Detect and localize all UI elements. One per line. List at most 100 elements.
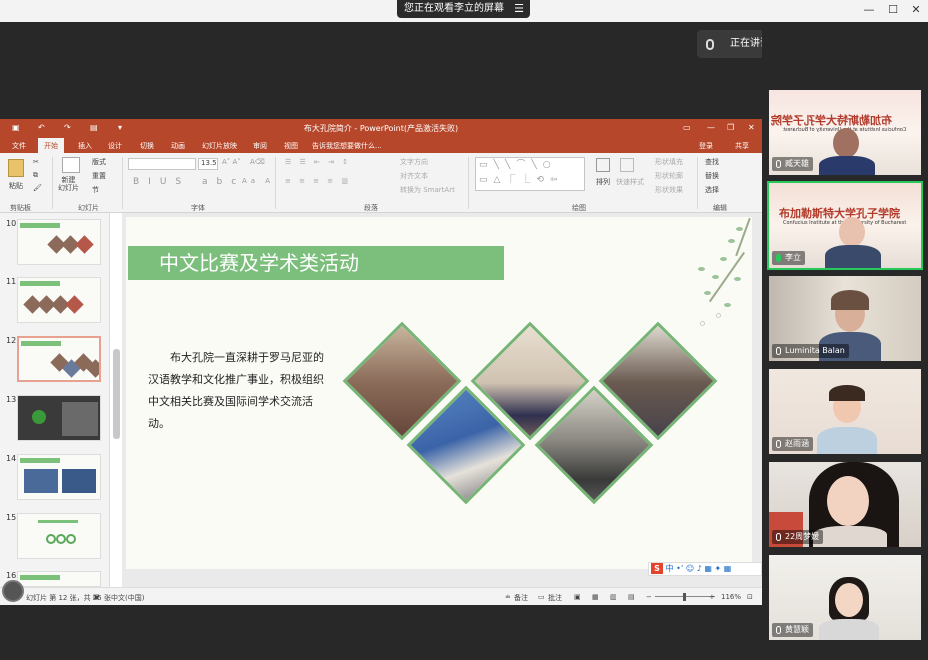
tab-design[interactable]: 设计 [108, 141, 122, 151]
paste-button[interactable]: 粘贴 [9, 181, 23, 191]
ppt-close-icon[interactable]: ✕ [748, 123, 755, 132]
tab-review[interactable]: 审阅 [253, 141, 267, 151]
status-bar: 幻灯片 第 12 张，共 25 张 ▣ 中文(中国) ≐ 备注 ▭ 批注 ▣ ▦… [0, 587, 762, 605]
format-painter-icon[interactable]: 🖌 [33, 184, 42, 192]
slide-thumbnail-selected[interactable] [17, 336, 101, 382]
arrange-icon[interactable] [596, 158, 610, 172]
login-link[interactable]: 登录 [699, 141, 713, 151]
copy-icon[interactable]: ⧉ [33, 171, 38, 180]
new-slide-icon[interactable] [62, 157, 80, 173]
replace-button[interactable]: 替换 [705, 171, 719, 181]
reading-view-icon[interactable]: ▥ [610, 593, 617, 601]
menu-icon[interactable]: ☰ [514, 0, 524, 18]
ppt-titlebar: ▣ ↶ ↷ ▤ ▾ 布大孔院简介 - PowerPoint(产品激活失败) ▭ … [0, 119, 762, 137]
new-slide-button[interactable]: 新建 幻灯片 [58, 176, 79, 192]
slideshow-view-icon[interactable]: ▤ [628, 593, 635, 601]
language-indicator[interactable]: 中文(中国) [111, 593, 144, 603]
fit-slide-icon[interactable]: ⊡ [747, 593, 753, 601]
maximize-button[interactable]: ☐ [884, 2, 902, 18]
notes-button[interactable]: 备注 [514, 593, 528, 603]
comments-icon[interactable]: ▭ [538, 593, 545, 601]
zoom-in-icon[interactable]: + [709, 593, 715, 601]
ime-mode[interactable]: 中 [666, 564, 674, 573]
group-clipboard: 剪贴板 [10, 204, 31, 212]
normal-view-icon[interactable]: ▣ [574, 593, 581, 601]
comments-button[interactable]: 批注 [548, 593, 562, 603]
clipboard-icon[interactable] [8, 159, 24, 177]
smartart-button[interactable]: 转换为 SmartArt [400, 185, 455, 195]
tab-view[interactable]: 视图 [284, 141, 298, 151]
section-button[interactable]: 节 [92, 185, 99, 195]
slide-thumbnail[interactable] [17, 513, 101, 559]
font-size-box[interactable]: 13.5 [198, 158, 218, 170]
meeting-titlebar: 您正在观看李立的屏幕 ☰ — ☐ ✕ [0, 0, 928, 22]
ime-toolbar[interactable]: S 中 •ʼ ☺ ♪ ▦ ✦ ▦ [648, 562, 762, 576]
spellcheck-icon[interactable]: ▣ [93, 593, 100, 601]
floating-control-icon[interactable] [2, 580, 24, 602]
close-button[interactable]: ✕ [907, 2, 925, 18]
shape-effects-button[interactable]: 形状效果 [655, 185, 683, 195]
ppt-restore-icon[interactable]: ❐ [727, 123, 734, 132]
zoom-slider-knob[interactable] [683, 593, 686, 601]
tab-slideshow[interactable]: 幻灯片放映 [202, 141, 237, 151]
align-icons[interactable]: ≡ ≡ ≡ ≡ ▥ [285, 177, 351, 185]
cut-icon[interactable]: ✂ [33, 158, 39, 166]
zoom-level[interactable]: 116% [721, 593, 741, 601]
microphone-icon [776, 347, 781, 355]
shapes-gallery[interactable]: ▭╲╲⌒╲○ ▭△⎾⎿⟲⇦ [475, 157, 585, 191]
text-direction-button[interactable]: 文字方向 [400, 157, 428, 167]
reset-button[interactable]: 重置 [92, 171, 106, 181]
quick-styles-icon[interactable] [620, 158, 634, 172]
participant-name: 赵雨涵 [785, 439, 809, 448]
ppt-minimize-icon[interactable]: — [707, 123, 715, 132]
find-button[interactable]: 查找 [705, 157, 719, 167]
tab-insert[interactable]: 插入 [78, 141, 92, 151]
thumb-number: 14 [6, 454, 17, 463]
ime-tools-icons[interactable]: •ʼ ☺ ♪ ▦ ✦ ▦ [676, 564, 731, 573]
list-icons[interactable]: ☰ ☰ ⇤ ⇥ ↕ [285, 158, 351, 166]
tell-me-search[interactable]: 告诉我您想要做什么... [312, 141, 382, 151]
grow-font-icon[interactable]: A˄ A˅ [222, 158, 241, 166]
participant-name: Luminita Balan [785, 346, 845, 355]
slide-thumbnail[interactable] [17, 395, 101, 441]
sorter-view-icon[interactable]: ▦ [592, 593, 599, 601]
slide-title[interactable]: 中文比赛及学术类活动 [128, 246, 504, 280]
ribbon-display-icon[interactable]: ▭ [683, 123, 691, 132]
thumb-number: 15 [6, 513, 17, 522]
font-name-box[interactable] [128, 158, 196, 170]
slide-thumbnail[interactable] [17, 571, 101, 587]
current-slide[interactable]: 中文比赛及学术类活动 布大孔院一直深耕于罗马尼亚的汉语教学和文化推广事业，积极组… [126, 217, 762, 576]
participant-name-label: 赵雨涵 [772, 437, 813, 451]
align-text-button[interactable]: 对齐文本 [400, 171, 428, 181]
slide-thumbnail[interactable] [17, 277, 101, 323]
participant-name-label: 李立 [772, 251, 805, 265]
font-color-icons[interactable]: Aa A [242, 177, 274, 185]
screen-share-notice[interactable]: 您正在观看李立的屏幕 ☰ [397, 0, 530, 18]
slide-body-text[interactable]: 布大孔院一直深耕于罗马尼亚的汉语教学和文化推广事业，积极组织中文相关比赛及国际间… [148, 347, 328, 435]
participant-name: 李立 [785, 253, 801, 262]
participant-name-label: Luminita Balan [772, 344, 849, 358]
font-style-icons[interactable]: BIUS abc [133, 177, 245, 187]
slide-thumbnail[interactable] [17, 454, 101, 500]
thumbnail-scrollbar[interactable] [113, 219, 121, 569]
tab-file[interactable]: 文件 [12, 141, 26, 151]
zoom-out-icon[interactable]: − [646, 593, 652, 601]
quick-styles-button[interactable]: 快速样式 [616, 177, 644, 187]
slide-thumbnail[interactable] [17, 219, 101, 265]
select-button[interactable]: 选择 [705, 185, 719, 195]
tab-animations[interactable]: 动画 [171, 141, 185, 151]
clear-format-icon[interactable]: A⌫ [250, 158, 265, 166]
notes-icon[interactable]: ≐ [505, 593, 511, 601]
shape-fill-button[interactable]: 形状填充 [655, 157, 683, 167]
ribbon-home: 粘贴 ✂ ⧉ 🖌 新建 幻灯片 版式 重置 节 13.5 A˄ A˅ A⌫ BI… [0, 153, 762, 213]
share-link[interactable]: 共享 [735, 141, 749, 151]
participant-name: 臧天雄 [785, 159, 809, 168]
minimize-button[interactable]: — [860, 2, 878, 18]
arrange-button[interactable]: 排列 [596, 177, 610, 187]
tab-transitions[interactable]: 切换 [140, 141, 154, 151]
tab-home[interactable]: 开始 [38, 138, 64, 153]
shape-outline-button[interactable]: 形状轮廓 [655, 171, 683, 181]
microphone-icon [776, 160, 781, 168]
layout-button[interactable]: 版式 [92, 157, 106, 167]
participant-name: 22周梦媛 [785, 532, 820, 541]
